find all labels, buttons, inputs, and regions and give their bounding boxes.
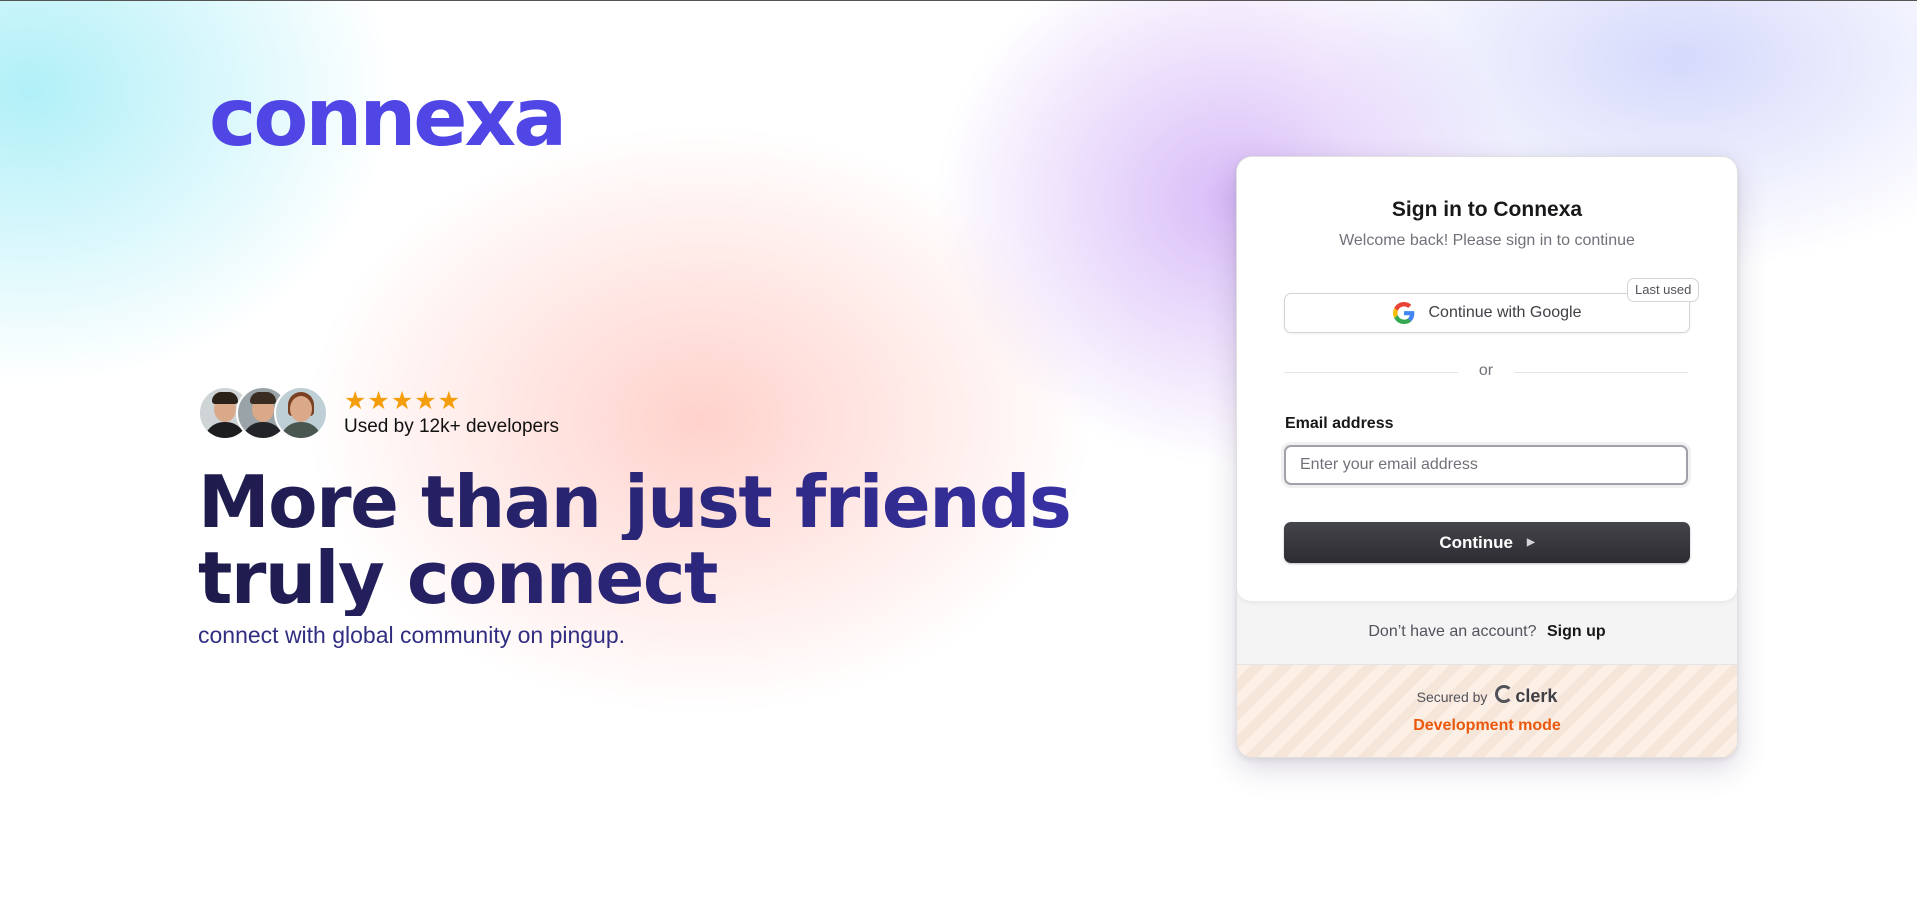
avatar bbox=[274, 386, 328, 440]
play-arrow-icon: ▶ bbox=[1526, 537, 1535, 548]
clerk-logo-icon bbox=[1495, 685, 1514, 703]
google-button-label: Continue with Google bbox=[1428, 304, 1582, 321]
clerk-logo-text: clerk bbox=[1515, 686, 1558, 706]
sign-in-form: Sign in to Connexa Welcome back! Please … bbox=[1237, 157, 1737, 601]
sign-up-link[interactable]: Sign up bbox=[1547, 623, 1606, 640]
sign-in-title: Sign in to Connexa bbox=[1391, 198, 1583, 221]
no-account-text: Don’t have an account? bbox=[1368, 623, 1537, 640]
headline-line-2: truly connect bbox=[198, 540, 1070, 616]
continue-button-label: Continue bbox=[1439, 532, 1513, 552]
usage-count-text: Used by 12k+ developers bbox=[344, 416, 559, 437]
sign-in-card: Sign in to Connexa Welcome back! Please … bbox=[1236, 156, 1738, 758]
sign-up-prompt: Don’t have an account? Sign up bbox=[1237, 623, 1737, 641]
social-proof-text: ★★★★★ Used by 12k+ developers bbox=[344, 388, 559, 438]
divider-left bbox=[1284, 372, 1458, 373]
social-proof: ★★★★★ Used by 12k+ developers bbox=[198, 386, 1070, 440]
headline-line-1: More than just friends bbox=[198, 460, 1072, 544]
top-border bbox=[0, 0, 1917, 1]
continue-button[interactable]: Continue ▶ bbox=[1284, 522, 1690, 563]
avatar-group bbox=[198, 386, 328, 440]
hero-subline: connect with global community on pingup. bbox=[198, 622, 626, 648]
clerk-logo[interactable]: clerk bbox=[1495, 685, 1558, 706]
development-mode-label: Development mode bbox=[1413, 717, 1561, 734]
divider-text: or bbox=[1478, 362, 1494, 379]
sign-in-subtitle: Welcome back! Please sign in to continue bbox=[1339, 232, 1635, 249]
last-used-badge: Last used bbox=[1627, 278, 1700, 302]
google-icon bbox=[1392, 302, 1414, 324]
hero-headline: More than just friends truly connect bbox=[198, 460, 1072, 616]
secured-by-text: Secured by bbox=[1416, 689, 1488, 705]
star-rating-icons: ★★★★★ bbox=[344, 387, 462, 415]
divider-right bbox=[1514, 372, 1688, 373]
brand-logo[interactable]: connexa bbox=[209, 78, 567, 158]
email-label: Email address bbox=[1285, 415, 1394, 432]
secured-by-row: Secured by clerk bbox=[1237, 685, 1737, 707]
card-footer: Secured by clerk Development mode bbox=[1237, 665, 1737, 757]
email-input[interactable] bbox=[1284, 445, 1688, 485]
hero-section: ★★★★★ Used by 12k+ developers More than … bbox=[198, 386, 1072, 649]
